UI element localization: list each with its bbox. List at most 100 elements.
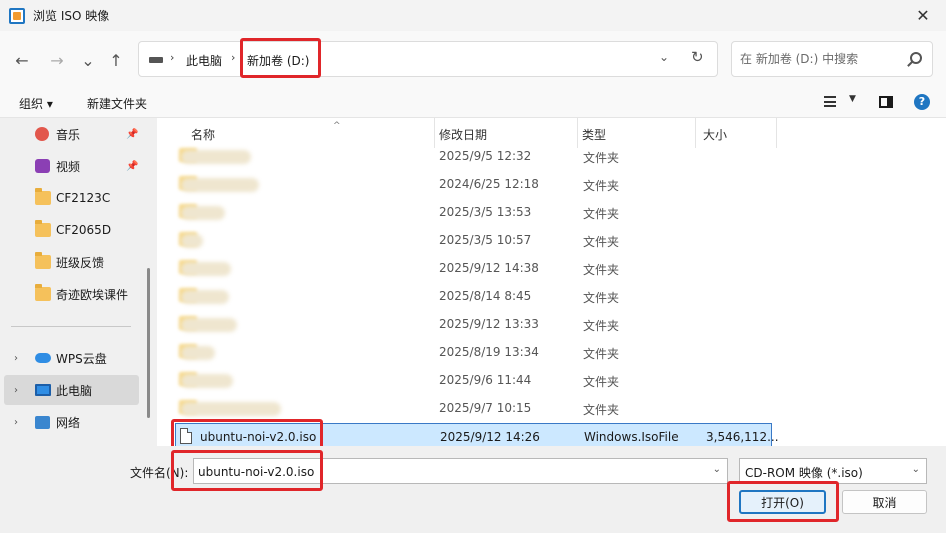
organize-menu[interactable]: 组织 ▾	[19, 95, 53, 112]
file-date: 2025/9/12 14:26	[440, 430, 540, 444]
folder-icon	[35, 220, 51, 237]
video-icon	[35, 159, 50, 173]
row-type: 文件夹	[583, 179, 620, 193]
row-date: 2025/9/12 14:38	[439, 261, 539, 275]
recent-locations-button[interactable]: ⌄	[76, 48, 100, 72]
chevron-down-icon[interactable]: ⌄	[713, 464, 721, 475]
folder-row[interactable]: 2025/3/5 10:57 文件夹	[175, 226, 772, 254]
row-type: 文件夹	[583, 347, 620, 361]
row-date: 2025/9/7 10:15	[439, 401, 532, 415]
pc-icon	[35, 384, 51, 396]
sidebar-item-label: CF2065D	[56, 223, 112, 237]
blurred-name	[181, 346, 215, 360]
sidebar-item-label: CF2123C	[56, 191, 111, 205]
sidebar-item-label: 此电脑	[56, 383, 93, 398]
cloud-icon	[35, 353, 51, 363]
preview-pane-icon[interactable]	[879, 96, 893, 108]
network-icon	[35, 415, 50, 429]
folder-row[interactable]: 2025/9/12 14:38 文件夹	[175, 254, 772, 282]
row-type: 文件夹	[583, 375, 620, 389]
sidebar-item-this-pc[interactable]: › 此电脑	[4, 375, 139, 405]
folder-row[interactable]: 2025/3/5 13:53 文件夹	[175, 198, 772, 226]
row-type: 文件夹	[583, 319, 620, 333]
folder-icon	[35, 284, 51, 301]
expand-chevron-icon[interactable]: ›	[14, 353, 18, 364]
search-input[interactable]	[740, 50, 900, 68]
row-type: 文件夹	[583, 263, 620, 277]
cancel-button[interactable]: 取消	[842, 490, 927, 514]
folder-row[interactable]: 2025/9/7 10:15 文件夹	[175, 394, 772, 422]
sidebar-item-label: 网络	[56, 415, 81, 430]
row-date: 2025/3/5 10:57	[439, 233, 532, 247]
blurred-name	[181, 178, 259, 192]
folder-row[interactable]: 2025/9/12 13:33 文件夹	[175, 310, 772, 338]
pin-icon: 📌	[126, 128, 139, 140]
up-button[interactable]: ↑	[104, 48, 128, 72]
sidebar-item-class-feedback[interactable]: 班级反馈	[4, 247, 139, 277]
row-date: 2025/3/5 13:53	[439, 205, 532, 219]
column-separator[interactable]	[776, 118, 777, 148]
refresh-icon[interactable]: ↻	[691, 48, 704, 66]
row-type: 文件夹	[583, 151, 620, 165]
blurred-name	[181, 374, 233, 388]
drive-icon	[149, 57, 163, 63]
folder-row[interactable]: 2025/9/6 11:44 文件夹	[175, 366, 772, 394]
column-name-label: 名称	[191, 128, 216, 142]
sidebar-item-label: 班级反馈	[56, 255, 105, 270]
row-date: 2025/8/14 8:45	[439, 289, 532, 303]
chevron-down-icon: ⌄	[911, 464, 920, 475]
app-icon	[9, 7, 25, 24]
sidebar-item-courseware[interactable]: 奇迹欧埃课件	[4, 279, 139, 309]
folder-row[interactable]: 2025/8/19 13:34 文件夹	[175, 338, 772, 366]
breadcrumb-separator-icon: ›	[170, 51, 175, 64]
sidebar-item-video[interactable]: 视频 📌	[4, 151, 139, 181]
annotation-highlight-filename	[171, 450, 323, 491]
blurred-name	[181, 402, 281, 416]
file-list: 名称 ^ 修改日期 类型 大小 2025/9/5 12:32 文件夹 2024/6/…	[157, 118, 946, 451]
sidebar-item-network[interactable]: › 网络	[4, 407, 139, 437]
blurred-name	[181, 150, 251, 164]
expand-chevron-icon[interactable]: ›	[14, 417, 18, 428]
navigation-bar: ← → ⌄ ↑ › 此电脑 › 新加卷 (D:) ⌄ ↻	[0, 31, 946, 87]
expand-chevron-icon[interactable]: ›	[14, 385, 18, 396]
row-date: 2025/9/6 11:44	[439, 373, 532, 387]
window-title: 浏览 ISO 映像	[33, 9, 110, 23]
filter-value: CD-ROM 映像 (*.iso)	[745, 466, 863, 480]
annotation-highlight-open	[727, 481, 839, 522]
search-icon[interactable]	[910, 52, 922, 64]
sidebar-item-wps-cloud[interactable]: › WPS云盘	[4, 343, 139, 373]
search-box[interactable]	[731, 41, 933, 77]
sidebar-item-label: 奇迹欧埃课件	[56, 287, 129, 302]
sidebar-item-label: 音乐	[56, 127, 81, 142]
row-date: 2024/6/25 12:18	[439, 177, 539, 191]
sidebar-divider	[11, 326, 131, 327]
forward-button[interactable]: →	[45, 48, 69, 72]
row-type: 文件夹	[583, 291, 620, 305]
sidebar-item-label: 视频	[56, 159, 81, 174]
sidebar-item-music[interactable]: 音乐 📌	[4, 119, 139, 149]
folder-row[interactable]: 2025/8/14 8:45 文件夹	[175, 282, 772, 310]
view-options-icon[interactable]	[824, 96, 836, 107]
address-history-dropdown-icon[interactable]: ⌄	[659, 50, 669, 64]
row-type: 文件夹	[583, 403, 620, 417]
sidebar-item-cf2065d[interactable]: CF2065D	[4, 215, 139, 245]
blurred-name	[181, 206, 225, 220]
row-type: 文件夹	[583, 207, 620, 221]
view-options-dropdown-icon[interactable]: ▼	[849, 94, 856, 104]
row-date: 2025/9/5 12:32	[439, 149, 532, 163]
annotation-highlight-address	[240, 38, 321, 78]
help-icon[interactable]: ?	[914, 94, 930, 110]
folder-icon	[35, 252, 51, 269]
new-folder-button[interactable]: 新建文件夹	[87, 95, 147, 112]
back-button[interactable]: ←	[10, 48, 34, 72]
address-bar[interactable]: › 此电脑 › 新加卷 (D:) ⌄ ↻	[138, 41, 718, 77]
folder-row[interactable]: 2024/6/25 12:18 文件夹	[175, 170, 772, 198]
row-date: 2025/9/12 13:33	[439, 317, 539, 331]
command-bar: 组织 ▾ 新建文件夹 ▼ ?	[0, 87, 946, 118]
sidebar-item-cf2123c[interactable]: CF2123C	[4, 183, 139, 213]
row-date: 2025/8/19 13:34	[439, 345, 539, 359]
sidebar-scrollbar[interactable]	[147, 268, 150, 418]
folder-row[interactable]: 2025/9/5 12:32 文件夹	[175, 142, 772, 170]
breadcrumb-this-pc[interactable]: 此电脑	[186, 52, 222, 69]
close-button[interactable]: ✕	[900, 0, 946, 31]
